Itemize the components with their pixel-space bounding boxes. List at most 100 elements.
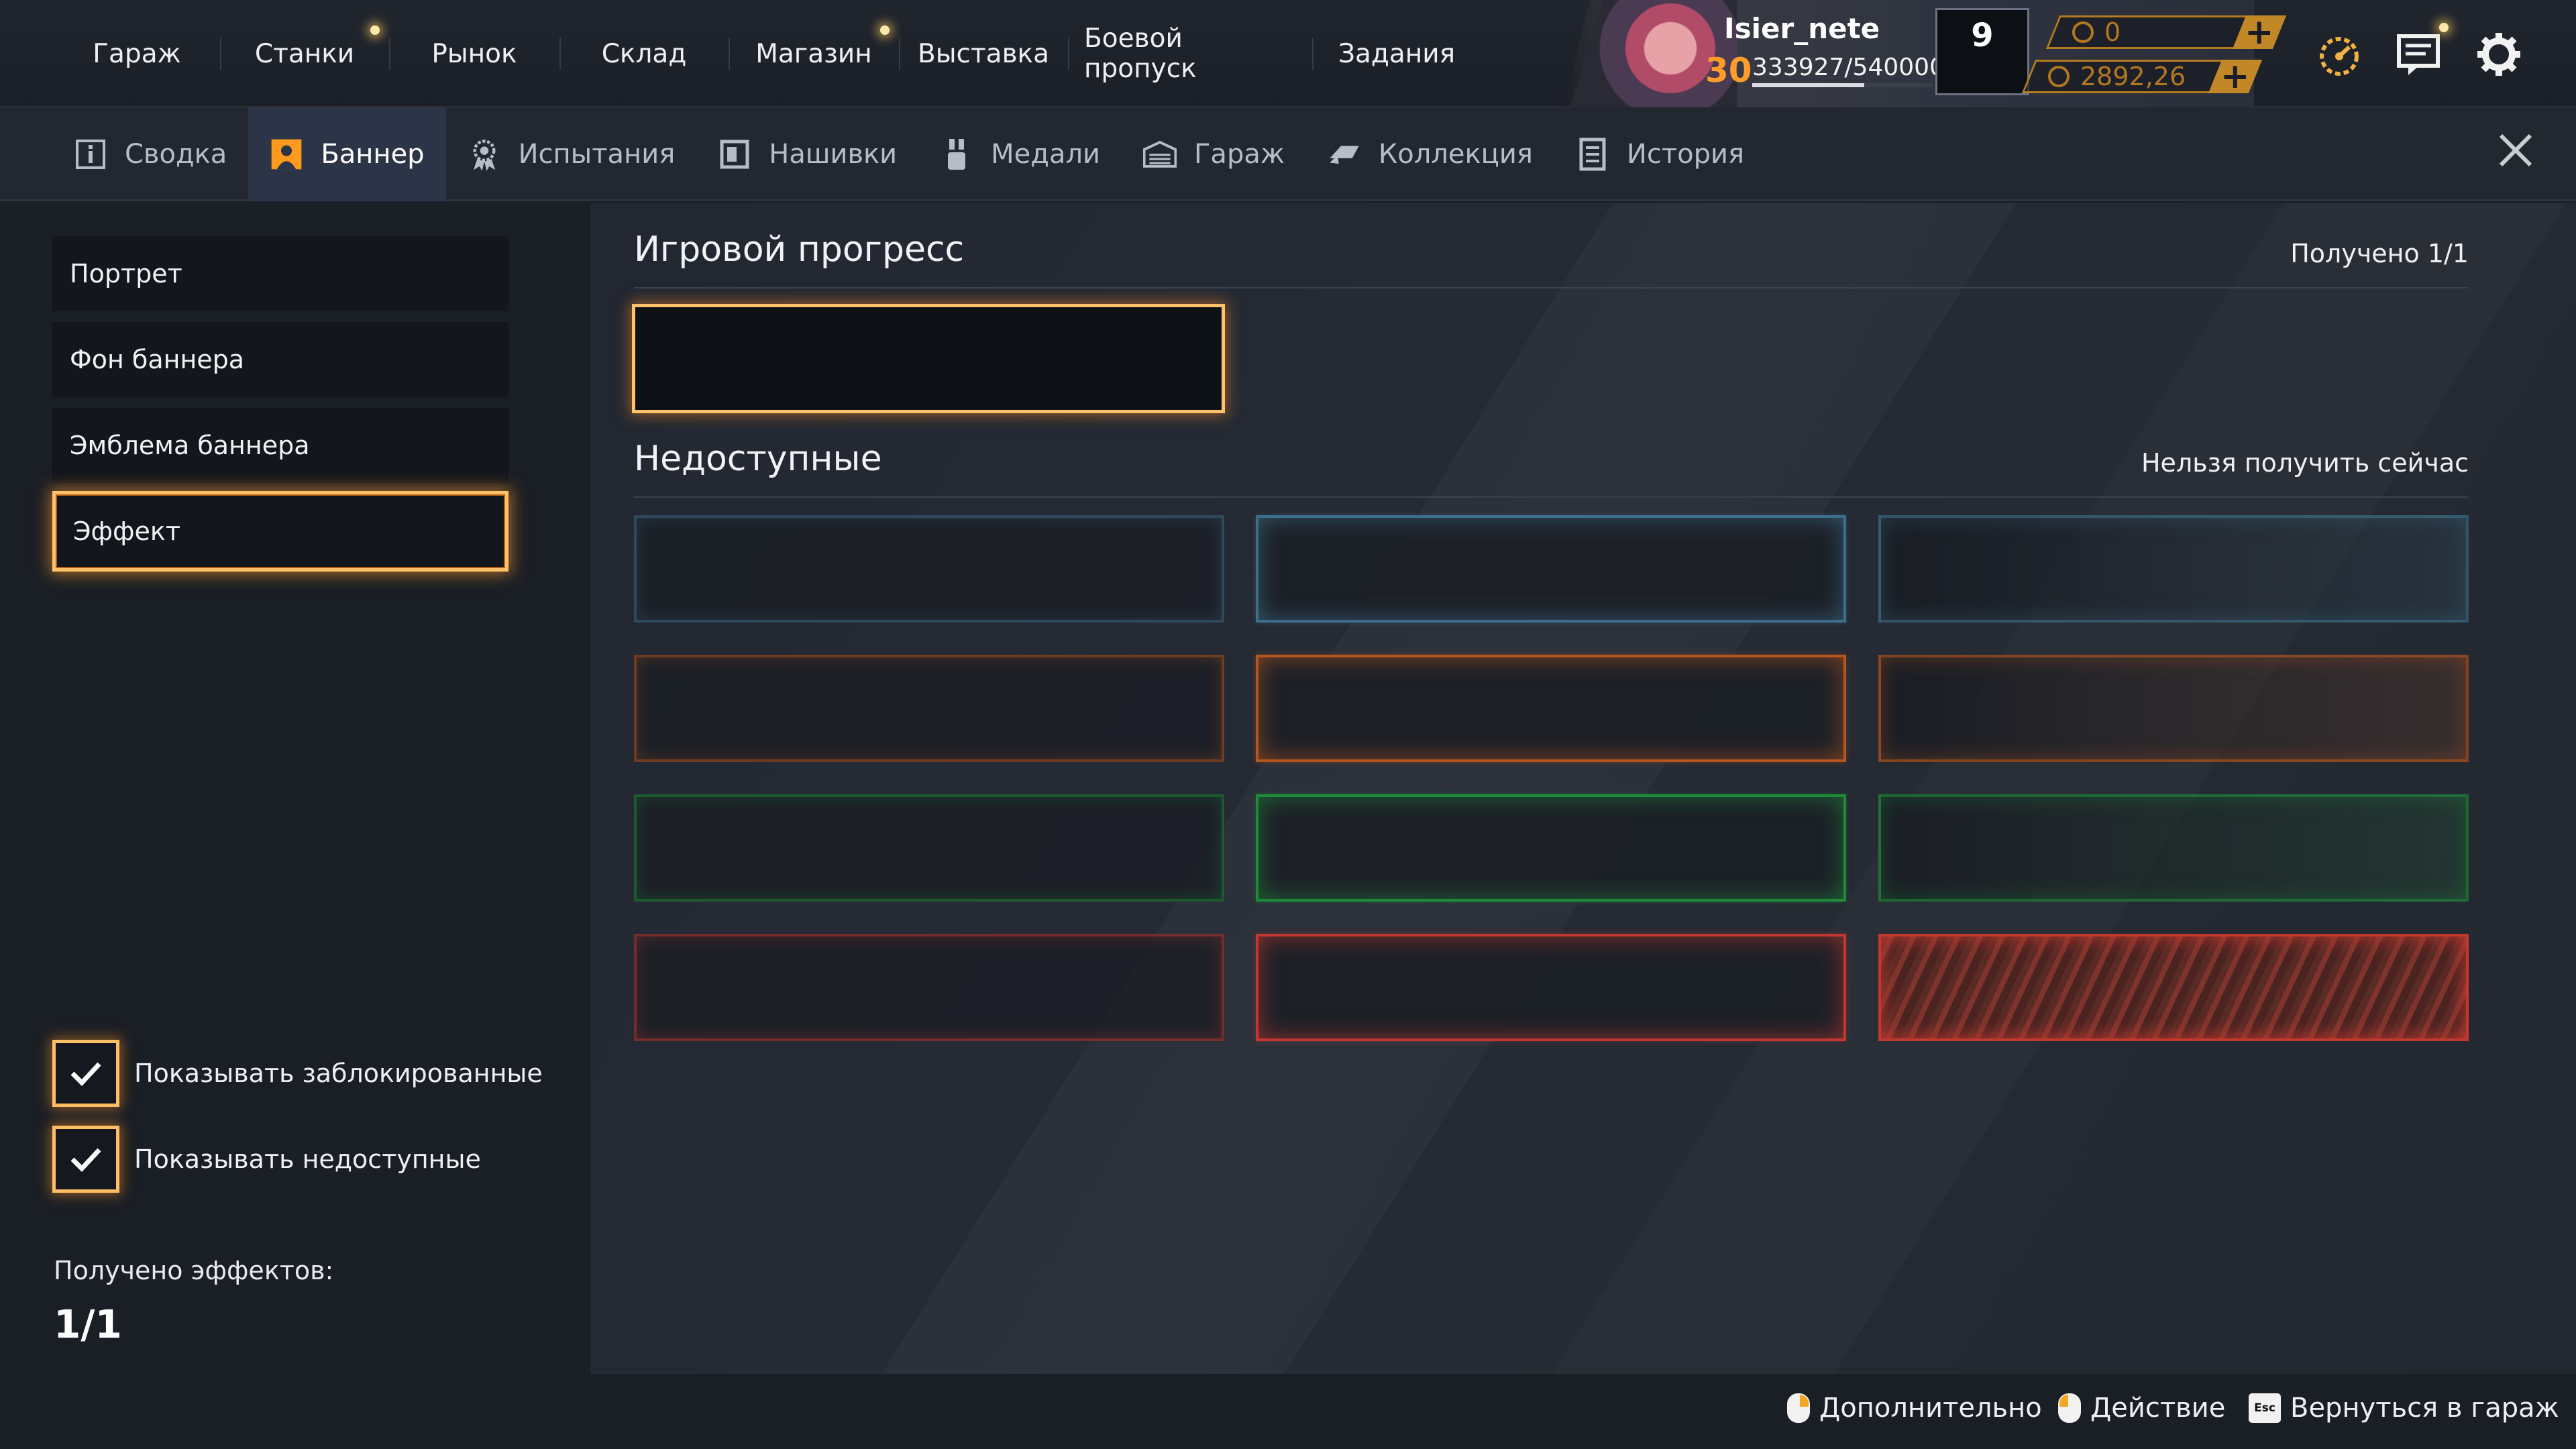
tab-banner[interactable]: Баннер	[248, 107, 446, 201]
category-label: Эффект	[73, 517, 180, 546]
effect-card-blue-faded[interactable]	[1878, 515, 2469, 623]
hint-action[interactable]: Действие	[2058, 1393, 2225, 1424]
category-banner-emblem[interactable]: Эмблема баннера	[52, 408, 508, 483]
checkmark-icon	[70, 1148, 101, 1173]
section-divider	[634, 287, 2469, 288]
effect-card-red[interactable]	[1256, 934, 1846, 1041]
effect-card-dark[interactable]	[634, 794, 1224, 902]
menu-item-shop[interactable]: Магазин	[729, 25, 899, 74]
category-portrait[interactable]: Портрет	[52, 236, 508, 311]
history-icon	[1576, 138, 1609, 171]
effect-card-green-faded[interactable]	[1878, 794, 2469, 902]
banner-icon	[270, 138, 303, 171]
hint-more[interactable]: Дополнительно	[1787, 1393, 2042, 1424]
tab-garage[interactable]: Гараж	[1122, 107, 1306, 201]
checkbox[interactable]	[52, 1040, 119, 1107]
effect-card-orange-faded[interactable]	[1878, 655, 2469, 762]
category-label: Портрет	[70, 259, 182, 288]
hint-label: Вернуться в гараж	[2290, 1393, 2559, 1424]
effect-card-green[interactable]	[1256, 794, 1846, 902]
effect-card-red-striped[interactable]	[1878, 934, 2469, 1041]
notification-dot	[2439, 23, 2449, 32]
top-navigation-bar: Гараж Станки Рынок Склад Магазин Выставк…	[0, 0, 2576, 107]
menu-item-label: Боевой пропуск	[1084, 23, 1197, 84]
tab-bar: Сводка Баннер Испытания Нашивки Медали Г…	[0, 107, 2576, 201]
section-note-unavailable: Нельзя получить сейчас	[2141, 448, 2469, 478]
hint-back-to-garage[interactable]: Esc Вернуться в гараж	[2249, 1393, 2559, 1424]
xp-progress-bar	[1752, 83, 1933, 87]
effect-card-dark[interactable]	[634, 934, 1224, 1041]
menu-item-label: Склад	[601, 38, 687, 69]
category-label: Эмблема баннера	[70, 431, 310, 460]
effect-card-dark[interactable]	[634, 515, 1224, 623]
section-title-unavailable: Недоступные	[634, 439, 882, 479]
show-unavailable-toggle[interactable]: Показывать недоступные	[52, 1126, 481, 1193]
category-effect[interactable]: Эффект	[52, 491, 508, 572]
settings-icon[interactable]	[2475, 31, 2522, 78]
credit-icon	[2048, 66, 2070, 87]
tab-label: Нашивки	[769, 139, 898, 170]
menu-item-label: Задания	[1338, 38, 1456, 69]
garage-icon	[1143, 138, 1177, 171]
patch-icon	[718, 138, 751, 171]
checkbox[interactable]	[52, 1126, 119, 1193]
menu-item-label: Рынок	[431, 38, 517, 69]
effects-count-label: Получено эффектов:	[54, 1256, 334, 1285]
tab-collection[interactable]: Коллекция	[1306, 107, 1554, 201]
category-banner-background[interactable]: Фон баннера	[52, 322, 508, 397]
info-icon	[74, 138, 107, 171]
menu-item-market[interactable]: Рынок	[389, 34, 559, 74]
tab-label: Медали	[991, 139, 1101, 170]
effect-card-owned[interactable]	[632, 304, 1225, 413]
menu-item-storage[interactable]: Склад	[559, 34, 729, 74]
checkbox-label: Показывать заблокированные	[134, 1059, 543, 1088]
news-icon[interactable]	[2395, 23, 2449, 78]
menu-item-label: Магазин	[755, 38, 872, 69]
menu-item-label: Станки	[254, 38, 355, 69]
esc-key-icon: Esc	[2249, 1393, 2281, 1423]
effect-card-dark[interactable]	[634, 655, 1224, 762]
tab-label: Испытания	[518, 139, 676, 170]
tab-patches[interactable]: Нашивки	[696, 107, 918, 201]
hint-label: Действие	[2090, 1393, 2226, 1424]
effect-card-blue[interactable]	[1256, 515, 1846, 623]
hint-label: Дополнительно	[1819, 1393, 2042, 1424]
effect-card-orange[interactable]	[1256, 655, 1846, 762]
checkbox-label: Показывать недоступные	[134, 1144, 481, 1174]
menu-item-garage[interactable]: Гараж	[54, 34, 220, 74]
tab-label: Гараж	[1194, 139, 1285, 170]
effects-count-value: 1/1	[54, 1301, 122, 1347]
xp-progress-fill	[1752, 83, 1864, 87]
player-level: 30	[1705, 51, 1752, 90]
mouse-right-icon	[1787, 1393, 1810, 1423]
tab-label: Коллекция	[1378, 139, 1533, 170]
tab-history[interactable]: История	[1554, 107, 1766, 201]
checkmark-icon	[70, 1062, 101, 1087]
tab-label: Сводка	[125, 139, 227, 170]
collection-icon	[1328, 138, 1361, 171]
menu-item-label: Выставка	[917, 38, 1050, 69]
currency-credits: 2892,26 +	[2021, 56, 2263, 97]
rank-value: 9	[1971, 17, 1994, 54]
tab-medals[interactable]: Медали	[918, 107, 1122, 201]
tab-summary[interactable]: Сводка	[52, 107, 248, 201]
player-name: Isier_nete	[1724, 12, 1880, 45]
close-icon[interactable]	[2497, 131, 2534, 169]
notification-dot	[880, 25, 890, 35]
mouse-left-icon	[2058, 1393, 2081, 1423]
menu-item-exhibition[interactable]: Выставка	[899, 34, 1068, 74]
tab-label: Баннер	[321, 139, 425, 170]
currency-box: 0	[2045, 15, 2261, 49]
challenge-icon	[468, 138, 501, 171]
menu-item-label: Гараж	[93, 38, 181, 69]
currency-value: 2892,26	[2080, 62, 2186, 91]
tab-challenges[interactable]: Испытания	[446, 107, 697, 201]
menu-item-tasks[interactable]: Задания	[1312, 34, 1481, 74]
menu-item-battle-pass[interactable]: Боевой пропуск	[1068, 23, 1312, 84]
notification-dot	[370, 25, 380, 35]
category-label: Фон баннера	[70, 345, 245, 374]
speedometer-icon[interactable]	[2316, 31, 2363, 78]
rank-badge: 9	[1935, 8, 2029, 95]
menu-item-workbenches[interactable]: Станки	[220, 25, 389, 74]
show-locked-toggle[interactable]: Показывать заблокированные	[52, 1040, 543, 1107]
